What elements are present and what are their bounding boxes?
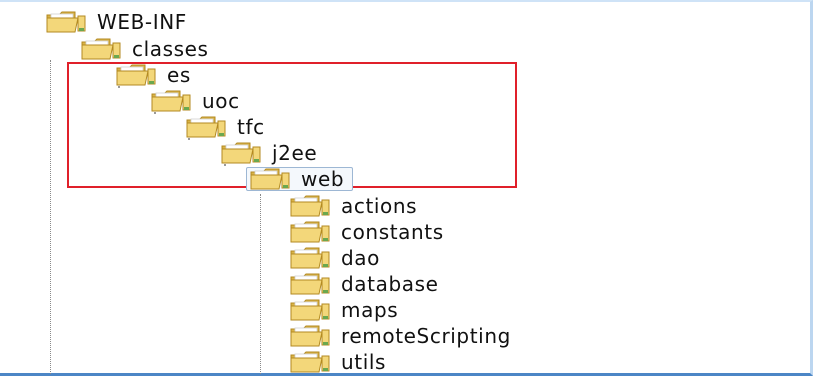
folder-icon <box>80 37 122 61</box>
tree-node-label: constants <box>341 220 444 244</box>
tree-node-label: uoc <box>202 89 240 113</box>
folder-icon <box>185 115 227 139</box>
tree-node-es[interactable]: es <box>115 63 191 87</box>
folder-icon <box>249 167 291 191</box>
tree-guide-line <box>50 60 51 374</box>
folder-icon <box>150 89 192 113</box>
tree-node-web-inf[interactable]: WEB-INF <box>45 10 187 34</box>
tree-node-uoc[interactable]: uoc <box>150 89 240 113</box>
tree-node-label: remoteScripting <box>341 324 511 348</box>
tree-node-actions[interactable]: actions <box>289 194 417 218</box>
tree-node-tfc[interactable]: tfc <box>185 115 265 139</box>
folder-icon <box>289 194 331 218</box>
tree-node-web[interactable]: web <box>246 167 354 191</box>
tree-node-label: actions <box>341 194 418 218</box>
tree-node-constants[interactable]: constants <box>289 220 444 244</box>
folder-icon <box>115 63 157 87</box>
folder-icon <box>289 324 331 348</box>
tree-node-label: tfc <box>237 115 265 139</box>
tree-node-label: WEB-INF <box>97 10 187 34</box>
tree-node-classes[interactable]: classes <box>80 37 209 61</box>
folder-tree-panel: WEB-INF classes es uoc tfc j2ee web acti… <box>0 0 813 376</box>
tree-node-label: database <box>341 272 439 296</box>
folder-icon <box>289 298 331 322</box>
tree-node-label: j2ee <box>272 141 318 165</box>
tree-node-label: dao <box>341 246 380 270</box>
tree-node-label: maps <box>341 298 399 322</box>
tree-node-database[interactable]: database <box>289 272 439 296</box>
tree-node-remotescripting[interactable]: remoteScripting <box>289 324 511 348</box>
tree-node-j2ee[interactable]: j2ee <box>220 141 317 165</box>
tree-node-label: utils <box>341 350 387 374</box>
folder-icon <box>289 350 331 374</box>
folder-icon <box>289 246 331 270</box>
tree-node-label: es <box>167 63 191 87</box>
folder-icon <box>220 141 262 165</box>
tree-node-maps[interactable]: maps <box>289 298 398 322</box>
tree-node-label: web <box>301 167 345 191</box>
tree-guide-line <box>260 194 261 374</box>
tree-node-utils[interactable]: utils <box>289 350 386 374</box>
folder-icon <box>289 272 331 296</box>
folder-icon <box>45 10 87 34</box>
tree-node-dao[interactable]: dao <box>289 246 380 270</box>
folder-icon <box>289 220 331 244</box>
tree-node-label: classes <box>132 37 209 61</box>
